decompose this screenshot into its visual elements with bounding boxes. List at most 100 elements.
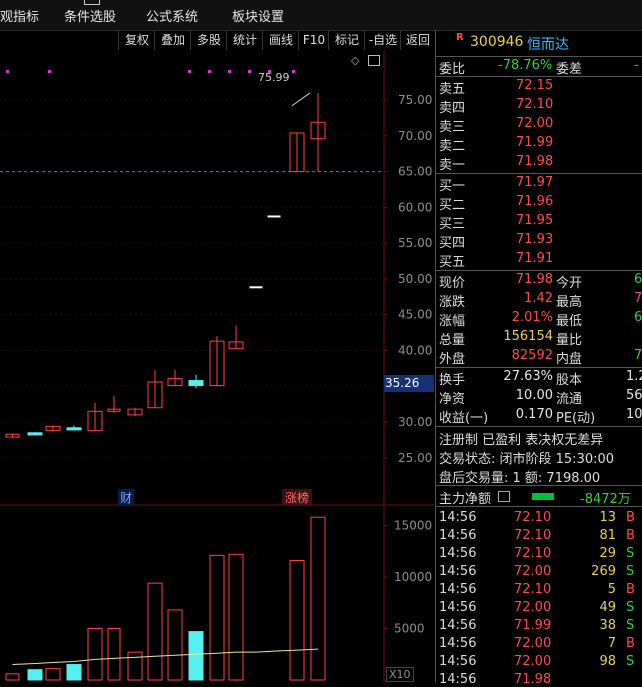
trading-status: 交易状态: 闭市阶段 15:30:00 bbox=[439, 452, 615, 467]
tick-price: 72.00 bbox=[514, 564, 552, 579]
diamond-icon[interactable]: ◇ bbox=[351, 54, 359, 67]
stat-label: 外盘 bbox=[439, 352, 466, 367]
buy-level-price: 71.96 bbox=[516, 194, 554, 209]
tick-side: S bbox=[626, 546, 635, 561]
flow-detail-icon[interactable] bbox=[498, 491, 510, 502]
menu-item-indicator[interactable]: 观指标 bbox=[0, 6, 39, 25]
tick-side: B bbox=[626, 510, 635, 525]
registration-badge: R bbox=[456, 32, 464, 43]
stat-label-2: 量比 bbox=[556, 333, 583, 348]
tick-side: B bbox=[626, 528, 635, 543]
stat-value: 156154 bbox=[503, 329, 553, 344]
volume-bar bbox=[188, 631, 204, 681]
tick-price: 71.98 bbox=[514, 672, 552, 687]
buy-level-label: 买一 bbox=[439, 179, 466, 194]
sell-level-label: 卖二 bbox=[439, 139, 466, 154]
volume-tick-label: 10000 bbox=[394, 570, 432, 584]
volume-tick-label: 5000 bbox=[394, 621, 425, 635]
volume-unit-label: X10 bbox=[386, 667, 414, 682]
volume-bar bbox=[87, 627, 103, 681]
buy-order-book: 买一 71.97 买二 71.96 买三 71.95 买四 71.93 买五 71.91 bbox=[436, 174, 642, 271]
signal-dot bbox=[6, 70, 9, 73]
tick-price: 72.00 bbox=[514, 600, 552, 615]
tick-time: 14:56 bbox=[439, 672, 477, 687]
high-arrow bbox=[291, 92, 311, 107]
tick-volume: 49 bbox=[599, 600, 616, 615]
price-tick-label: 25.00 bbox=[398, 451, 432, 465]
draw-line-button[interactable]: 画线 bbox=[262, 30, 299, 50]
fund-label-2: PE(动) bbox=[556, 411, 596, 426]
signal-dot bbox=[48, 70, 51, 73]
tick-volume: 38 bbox=[599, 618, 616, 633]
tick-time: 14:56 bbox=[439, 564, 477, 579]
buy-level-price: 71.93 bbox=[516, 232, 554, 247]
tick-price: 71.99 bbox=[514, 618, 552, 633]
remove-favorite-button[interactable]: -自选 bbox=[364, 30, 401, 50]
stat-label: 涨跌 bbox=[439, 295, 466, 310]
buy-level-label: 买五 bbox=[439, 255, 466, 270]
listing-info: 注册制 已盈利 表决权无差异 bbox=[439, 433, 604, 448]
trading-info: 注册制 已盈利 表决权无差异 交易状态: 闭市阶段 15:30:00 盘后交易量… bbox=[436, 427, 642, 486]
candle-body bbox=[249, 286, 263, 289]
stat-label-2: 最低 bbox=[556, 314, 583, 329]
price-tick-label: 50.00 bbox=[398, 272, 432, 286]
stat-label-2: 今开 bbox=[556, 276, 583, 291]
overlay-button[interactable]: 叠加 bbox=[154, 30, 191, 50]
signal-dot bbox=[208, 70, 211, 73]
order-diff-label: 委差 bbox=[556, 62, 583, 77]
menu-item-sector-settings[interactable]: 板块设置 bbox=[232, 6, 284, 25]
fund-value: 0.170 bbox=[515, 407, 553, 422]
sell-level-label: 卖一 bbox=[439, 158, 466, 173]
fund-value: 27.63% bbox=[503, 369, 553, 384]
volume-ma-line bbox=[12, 648, 319, 666]
stat-value: 2.01% bbox=[511, 310, 553, 325]
signal-dot bbox=[292, 70, 295, 73]
mark-limit-up-list[interactable]: 涨榜 bbox=[282, 489, 313, 506]
volume-bar bbox=[27, 669, 43, 681]
price-tick-label: 75.00 bbox=[398, 93, 432, 107]
stat-value-2: 6 bbox=[634, 272, 642, 287]
tick-list[interactable]: 14:56 72.10 13 B 14:56 72.10 81 B 14:56 72.10 29 S 1… bbox=[436, 510, 642, 687]
buy-level-price: 71.97 bbox=[516, 175, 554, 190]
tick-side: S bbox=[626, 600, 635, 615]
buy-level-label: 买二 bbox=[439, 198, 466, 213]
multi-stock-button[interactable]: 多股 bbox=[190, 30, 227, 50]
stat-label: 总量 bbox=[439, 333, 466, 348]
buy-level-price: 71.91 bbox=[516, 251, 554, 266]
chart-toolbar: 复权 叠加 多股 统计 画线 F10 标记 -自选 返回 bbox=[0, 30, 434, 50]
fuquan-button[interactable]: 复权 bbox=[118, 30, 155, 50]
volume-bar bbox=[107, 627, 121, 681]
mark-button[interactable]: 标记 bbox=[328, 30, 365, 50]
candle-body bbox=[27, 432, 43, 436]
order-ratio-row: 委比 -78.76% 委差 - bbox=[436, 56, 642, 77]
high-price-annotation: 75.99 bbox=[258, 71, 290, 84]
tick-volume: 29 bbox=[599, 546, 616, 561]
fund-label: 净资 bbox=[439, 392, 466, 407]
sell-order-book: 卖五 72.15 卖四 72.10 卖三 72.00 卖二 71.99 卖一 71.98 bbox=[436, 77, 642, 174]
stat-label-2: 最高 bbox=[556, 295, 583, 310]
tick-price: 72.00 bbox=[514, 654, 552, 669]
tick-time: 14:56 bbox=[439, 636, 477, 651]
stat-value-2: 6 bbox=[634, 310, 642, 325]
price-tick-label: 70.00 bbox=[398, 129, 432, 143]
sell-level-price: 72.10 bbox=[516, 97, 554, 112]
tick-time: 14:56 bbox=[439, 510, 477, 525]
menu-item-formula-system[interactable]: 公式系统 bbox=[146, 6, 198, 25]
mark-finance[interactable]: 财 bbox=[118, 489, 135, 506]
kline-chart[interactable]: 75.00 70.00 65.00 60.00 55.00 50.00 45.00 40.00… bbox=[0, 50, 434, 682]
candle-body bbox=[66, 427, 82, 431]
f10-button[interactable]: F10 bbox=[298, 30, 329, 50]
buy-level-label: 买三 bbox=[439, 217, 466, 232]
back-button[interactable]: 返回 bbox=[400, 30, 435, 50]
net-flow-bar bbox=[532, 493, 554, 500]
menu-item-stock-screener[interactable]: 条件选股 bbox=[64, 6, 116, 25]
kline-chart-area[interactable]: 75.00 70.00 65.00 60.00 55.00 50.00 45.00 40.00… bbox=[0, 50, 434, 682]
tick-time: 14:56 bbox=[439, 582, 477, 597]
tick-price: 72.10 bbox=[514, 582, 552, 597]
volume-bar bbox=[66, 664, 82, 681]
window-toggle-icon[interactable] bbox=[368, 55, 380, 66]
price-tick-label: 65.00 bbox=[398, 165, 432, 179]
statistics-button[interactable]: 统计 bbox=[226, 30, 263, 50]
volume-bar bbox=[167, 609, 183, 681]
volume-bar bbox=[310, 516, 326, 681]
